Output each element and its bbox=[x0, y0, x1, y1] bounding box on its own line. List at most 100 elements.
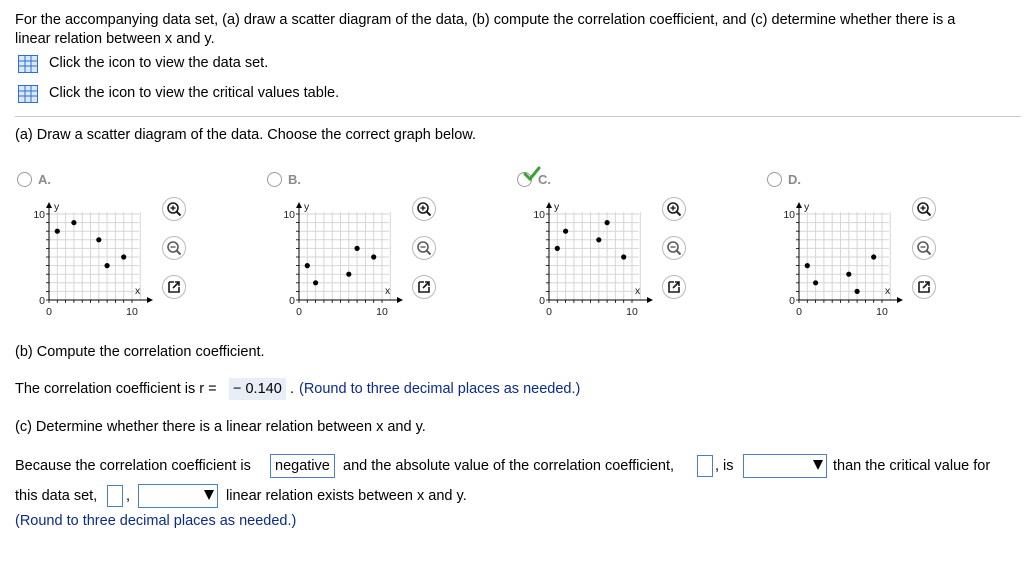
chevron-down-icon bbox=[813, 460, 823, 470]
popout-icon bbox=[668, 281, 680, 293]
option-d-label[interactable]: D. bbox=[788, 172, 801, 187]
option-c-zoom-in-button[interactable] bbox=[662, 197, 686, 221]
zoom-in-icon bbox=[667, 202, 682, 217]
part-b-prompt: (b) Compute the correlation coefficient. bbox=[15, 344, 265, 360]
question-prompt-line1: For the accompanying data set, (a) draw … bbox=[15, 12, 956, 28]
popout-icon bbox=[418, 281, 430, 293]
dataset-link-text[interactable]: Click the icon to view the data set. bbox=[49, 55, 268, 71]
option-c-scatter-plot: 10 00 10 x y bbox=[533, 201, 653, 318]
option-c-popout-button[interactable] bbox=[662, 275, 686, 299]
scatter-point bbox=[71, 220, 77, 226]
scatter-point bbox=[96, 237, 102, 243]
y-axis-label: y bbox=[804, 201, 810, 213]
x-tick-label-min: 0 bbox=[296, 306, 302, 318]
part-b-hint: (Round to three decimal places as needed… bbox=[299, 381, 581, 397]
option-a-popout-button[interactable] bbox=[162, 275, 186, 299]
x-axis-label: x bbox=[635, 285, 641, 297]
abs-correlation-input[interactable] bbox=[697, 455, 713, 477]
correlation-answer-period: . bbox=[290, 381, 295, 397]
section-divider bbox=[15, 116, 1021, 117]
correlation-sign-answer[interactable]: negative bbox=[270, 454, 335, 478]
scatter-point bbox=[804, 263, 810, 269]
zoom-in-icon bbox=[167, 202, 182, 217]
option-d-scatter-plot: 10 00 10 x y bbox=[783, 201, 903, 318]
scatter-point bbox=[621, 254, 627, 260]
zoom-in-icon bbox=[917, 202, 932, 217]
y-axis-label: y bbox=[54, 201, 60, 213]
option-a-scatter-plot: 10 00 10 x y bbox=[33, 201, 153, 318]
part-a-prompt: (a) Draw a scatter diagram of the data. … bbox=[15, 127, 477, 143]
option-b-popout-button[interactable] bbox=[412, 275, 436, 299]
option-b-scatter-plot: 10 00 10 x y bbox=[283, 201, 403, 318]
x-tick-label-min: 0 bbox=[796, 306, 802, 318]
scatter-point bbox=[604, 220, 610, 226]
option-c-label[interactable]: C. bbox=[538, 172, 551, 187]
scatter-point bbox=[304, 263, 310, 269]
critical-value-input[interactable] bbox=[107, 485, 123, 507]
y-tick-label-max: 10 bbox=[283, 209, 295, 221]
option-b-radio[interactable] bbox=[267, 172, 282, 187]
part-c-sentence-mid2: , is bbox=[715, 458, 734, 474]
chevron-down-icon bbox=[204, 490, 214, 500]
dataset-table-icon[interactable] bbox=[18, 55, 38, 73]
popout-icon bbox=[918, 281, 930, 293]
critical-values-table-icon[interactable] bbox=[18, 85, 38, 103]
scatter-point bbox=[563, 228, 569, 234]
option-a-radio[interactable] bbox=[17, 172, 32, 187]
option-b-zoom-in-button[interactable] bbox=[412, 197, 436, 221]
relation-exists-dropdown[interactable] bbox=[138, 484, 218, 508]
scatter-point bbox=[54, 228, 60, 234]
critical-values-link-text[interactable]: Click the icon to view the critical valu… bbox=[49, 85, 339, 101]
question-prompt-line2: linear relation between x and y. bbox=[15, 31, 215, 47]
scatter-point bbox=[371, 254, 377, 260]
option-d-zoom-in-button[interactable] bbox=[912, 197, 936, 221]
part-c-line2-start: this data set, bbox=[15, 488, 98, 504]
option-c-zoom-out-button[interactable] bbox=[662, 236, 686, 260]
option-b-zoom-out-button[interactable] bbox=[412, 236, 436, 260]
option-d-zoom-out-button[interactable] bbox=[912, 236, 936, 260]
y-tick-label-min: 0 bbox=[289, 295, 295, 307]
y-tick-label-max: 10 bbox=[783, 209, 795, 221]
option-a-zoom-in-button[interactable] bbox=[162, 197, 186, 221]
scatter-point bbox=[813, 280, 819, 286]
option-a-label[interactable]: A. bbox=[38, 172, 51, 187]
y-axis-label: y bbox=[554, 201, 560, 213]
x-tick-label-max: 10 bbox=[376, 306, 388, 318]
scatter-point bbox=[346, 271, 352, 277]
part-c-sentence-mid1: and the absolute value of the correlatio… bbox=[343, 458, 675, 474]
y-tick-label-min: 0 bbox=[789, 295, 795, 307]
scatter-point bbox=[104, 263, 110, 269]
zoom-out-icon bbox=[417, 241, 432, 256]
part-c-line2-comma: , bbox=[126, 488, 131, 504]
correlation-answer-prefix: The correlation coefficient is r = bbox=[15, 381, 217, 397]
scatter-point bbox=[854, 288, 860, 294]
scatter-point bbox=[846, 271, 852, 277]
scatter-point bbox=[596, 237, 602, 243]
popout-icon bbox=[168, 281, 180, 293]
option-d-radio[interactable] bbox=[767, 172, 782, 187]
part-c-hint: (Round to three decimal places as needed… bbox=[15, 513, 297, 529]
y-axis-label: y bbox=[304, 201, 310, 213]
x-axis-label: x bbox=[385, 285, 391, 297]
scatter-point bbox=[554, 245, 560, 251]
option-d-popout-button[interactable] bbox=[912, 275, 936, 299]
zoom-in-icon bbox=[417, 202, 432, 217]
zoom-out-icon bbox=[917, 241, 932, 256]
x-tick-label-max: 10 bbox=[876, 306, 888, 318]
x-axis-label: x bbox=[135, 285, 141, 297]
option-b-label[interactable]: B. bbox=[288, 172, 301, 187]
option-a-zoom-out-button[interactable] bbox=[162, 236, 186, 260]
x-tick-label-min: 0 bbox=[546, 306, 552, 318]
y-tick-label-max: 10 bbox=[533, 209, 545, 221]
zoom-out-icon bbox=[667, 241, 682, 256]
y-tick-label-max: 10 bbox=[33, 209, 45, 221]
y-tick-label-min: 0 bbox=[539, 295, 545, 307]
comparison-dropdown[interactable] bbox=[743, 454, 827, 478]
x-tick-label-max: 10 bbox=[126, 306, 138, 318]
part-c-sentence-mid3: than the critical value for bbox=[833, 458, 991, 474]
y-tick-label-min: 0 bbox=[39, 295, 45, 307]
correlation-answer-value[interactable]: − 0.140 bbox=[229, 378, 286, 400]
part-c-sentence-start: Because the correlation coefficient is bbox=[15, 458, 251, 474]
x-tick-label-max: 10 bbox=[626, 306, 638, 318]
scatter-point bbox=[354, 245, 360, 251]
